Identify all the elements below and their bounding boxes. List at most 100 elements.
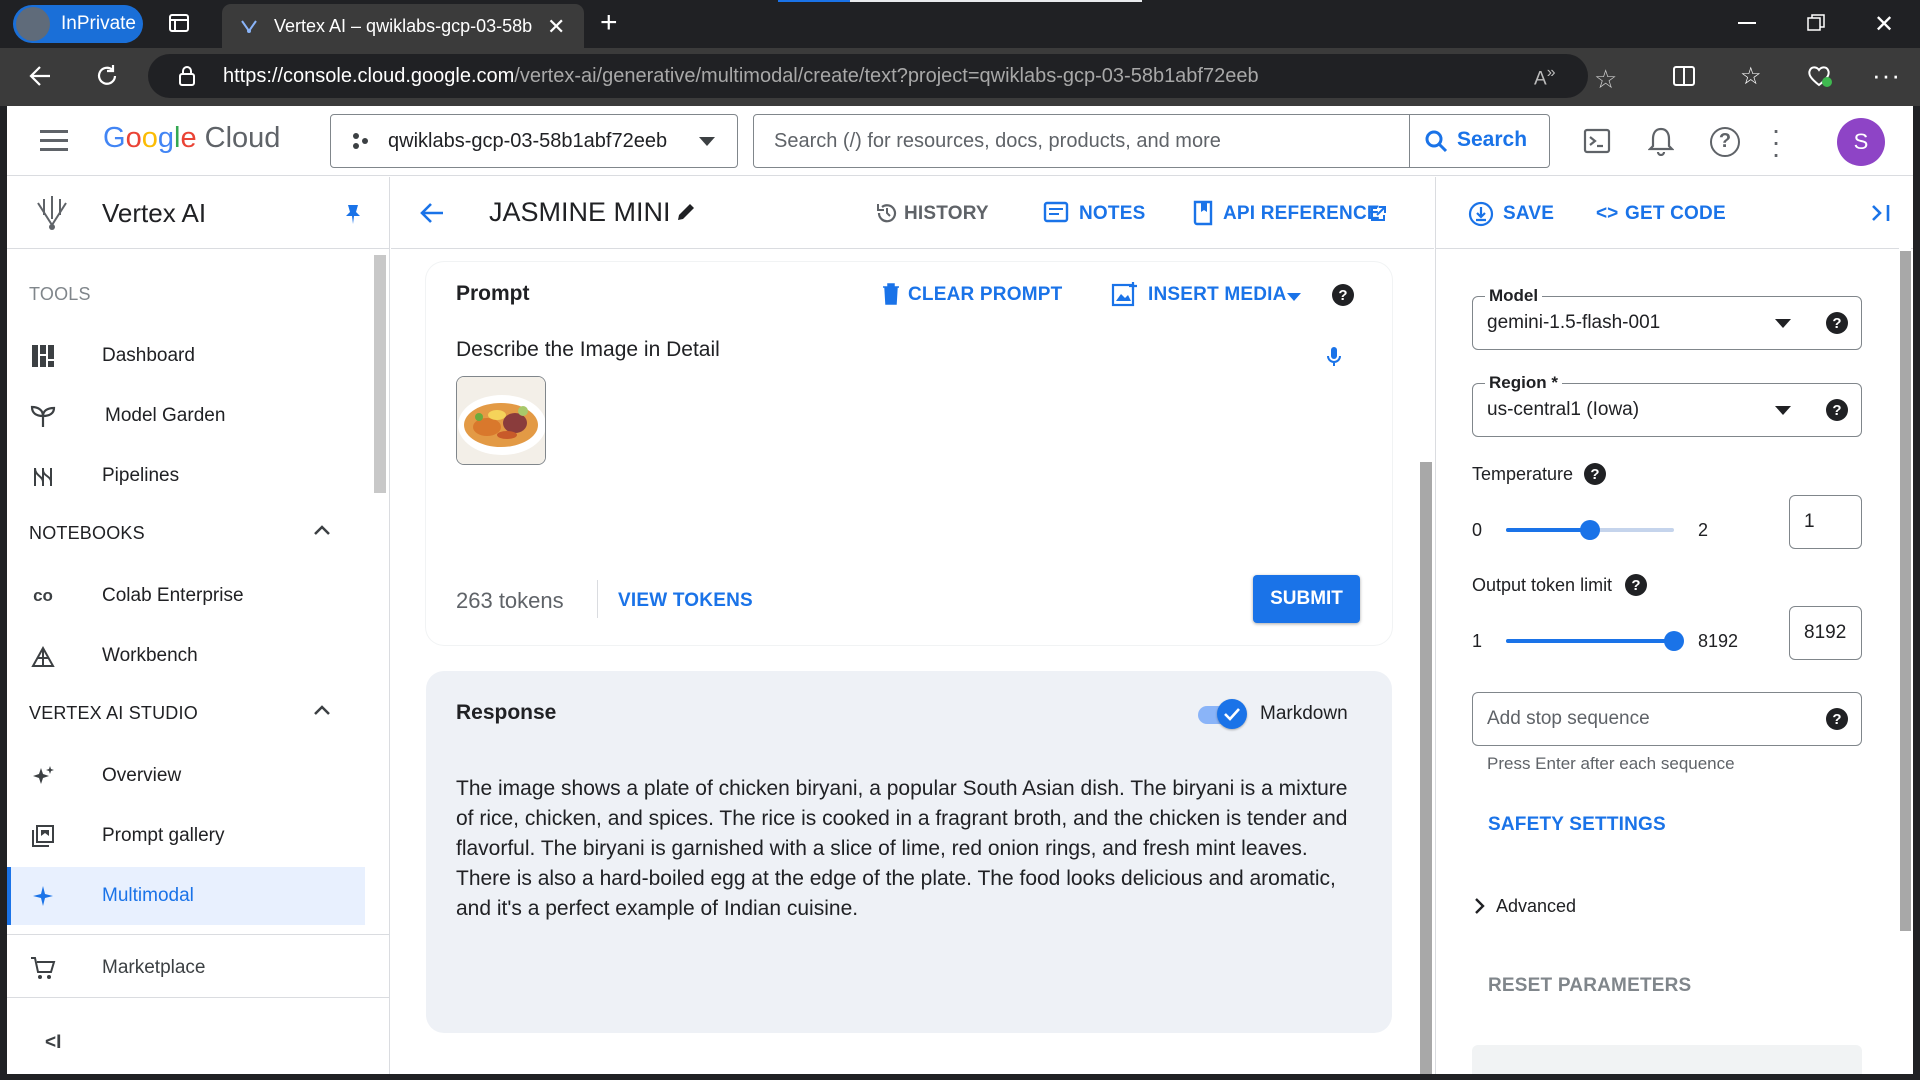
help-icon[interactable]: ? xyxy=(1332,284,1354,306)
model-label: Model xyxy=(1485,286,1543,306)
notifications-bell-icon[interactable] xyxy=(1648,126,1674,156)
browser-essentials-icon[interactable] xyxy=(1806,64,1832,88)
notes-icon xyxy=(1043,201,1069,225)
split-screen-icon[interactable] xyxy=(1672,64,1696,88)
gallery-icon xyxy=(29,822,57,850)
chevron-up-icon[interactable] xyxy=(313,703,331,717)
sidebar-scrollbar[interactable] xyxy=(374,255,386,493)
sidebar-item-label: Overview xyxy=(102,765,182,786)
history-button[interactable]: HISTORY xyxy=(904,203,989,225)
cloud-shell-icon[interactable] xyxy=(1583,127,1611,155)
collapse-sidebar-icon[interactable]: <I xyxy=(45,1032,61,1054)
clear-prompt-button[interactable]: CLEAR PROMPT xyxy=(908,284,1062,306)
back-icon[interactable] xyxy=(28,63,54,89)
prompt-title: Prompt xyxy=(456,282,530,305)
search-box[interactable]: Search (/) for resources, docs, products… xyxy=(753,114,1550,168)
sidebar-item-multimodal[interactable]: Multimodal xyxy=(7,867,365,925)
favorite-star-icon[interactable]: ☆ xyxy=(1594,64,1617,95)
region-select[interactable]: Region * us-central1 (Iowa) ? xyxy=(1472,373,1862,437)
new-tab-icon[interactable]: + xyxy=(600,8,618,38)
response-text: The image shows a plate of chicken birya… xyxy=(456,777,1348,920)
cart-icon xyxy=(29,954,57,982)
chevron-up-icon[interactable] xyxy=(313,523,331,537)
output-token-input[interactable]: 8192 xyxy=(1789,606,1862,660)
main-scrollbar[interactable] xyxy=(1420,462,1432,1074)
attached-image-thumbnail[interactable] xyxy=(456,376,546,465)
refresh-icon[interactable] xyxy=(94,63,120,89)
favorites-icon[interactable]: ☆ xyxy=(1740,62,1762,91)
back-arrow-icon[interactable] xyxy=(419,201,445,225)
project-icon xyxy=(351,131,371,151)
model-select[interactable]: Model gemini-1.5-flash-001 ? xyxy=(1472,286,1862,350)
close-window-icon[interactable]: ✕ xyxy=(1874,10,1894,39)
chevron-right-icon[interactable] xyxy=(1472,897,1486,915)
help-icon[interactable]: ? xyxy=(1826,399,1848,421)
insert-media-button[interactable]: INSERT MEDIA xyxy=(1148,284,1287,306)
sidebar-item-colab-enterprise[interactable]: co Colab Enterprise xyxy=(7,567,365,625)
collapse-panel-icon[interactable] xyxy=(1869,203,1893,223)
temperature-slider[interactable] xyxy=(1506,520,1674,540)
browser-tab-active[interactable]: Vertex AI – qwiklabs-gcp-03-58b ✕ xyxy=(222,4,584,48)
api-reference-link[interactable]: API REFERENCE xyxy=(1223,203,1380,225)
search-button[interactable]: Search xyxy=(1457,128,1527,152)
inprivate-badge[interactable]: InPrivate xyxy=(13,5,143,43)
url-field[interactable]: https://console.cloud.google.com/vertex-… xyxy=(148,54,1588,98)
save-button[interactable]: SAVE xyxy=(1503,203,1554,225)
multimodal-icon xyxy=(29,882,57,910)
reset-parameters-button[interactable]: RESET PARAMETERS xyxy=(1488,975,1691,997)
help-icon[interactable]: ? xyxy=(1584,463,1606,485)
safety-settings-button[interactable]: SAFETY SETTINGS xyxy=(1488,814,1666,836)
inprivate-label: InPrivate xyxy=(61,13,136,34)
read-aloud-icon[interactable]: A» xyxy=(1534,64,1556,90)
insert-media-dropdown-icon[interactable] xyxy=(1287,293,1301,301)
vertex-favicon-icon xyxy=(240,17,258,35)
prompt-text[interactable]: Describe the Image in Detail xyxy=(456,338,720,362)
help-icon[interactable]: ? xyxy=(1826,708,1848,730)
sidebar-item-model-garden[interactable]: Model Garden xyxy=(7,387,365,445)
output-token-slider-thumb[interactable] xyxy=(1664,631,1684,651)
sidebar-item-label: Workbench xyxy=(102,645,198,666)
advanced-section[interactable]: Advanced xyxy=(1496,896,1576,917)
tab-title: Vertex AI – qwiklabs-gcp-03-58b xyxy=(274,16,533,36)
workbench-icon xyxy=(29,642,57,670)
more-vert-icon[interactable]: · · · xyxy=(1771,116,1781,168)
submit-button[interactable]: SUBMIT xyxy=(1253,575,1360,623)
search-input[interactable]: Search (/) for resources, docs, products… xyxy=(774,130,1221,153)
main-menu-icon[interactable] xyxy=(40,130,68,152)
browser-menu-icon[interactable]: ··· xyxy=(1872,60,1901,91)
stop-sequence-input[interactable]: Add stop sequence xyxy=(1487,708,1650,730)
restore-icon[interactable] xyxy=(1807,14,1825,32)
sidebar-item-prompt-gallery[interactable]: Prompt gallery xyxy=(7,807,365,865)
notes-button[interactable]: NOTES xyxy=(1079,203,1145,225)
edit-pencil-icon[interactable] xyxy=(675,201,697,223)
sidebar-item-marketplace[interactable]: Marketplace xyxy=(7,939,365,997)
sidebar-item-overview[interactable]: Overview xyxy=(7,747,365,805)
view-tokens-button[interactable]: VIEW TOKENS xyxy=(618,590,753,612)
sidebar-item-pipelines[interactable]: Pipelines xyxy=(7,447,365,505)
google-cloud-logo[interactable]: Google Cloud xyxy=(103,122,280,155)
get-code-button[interactable]: GET CODE xyxy=(1625,203,1726,225)
markdown-toggle[interactable] xyxy=(1194,699,1250,729)
account-avatar[interactable]: S xyxy=(1837,118,1885,166)
minimize-icon[interactable] xyxy=(1738,22,1756,24)
help-icon[interactable]: ? xyxy=(1710,127,1740,157)
pin-icon[interactable] xyxy=(344,203,362,225)
help-icon[interactable]: ? xyxy=(1625,574,1647,596)
stop-sequence-field[interactable]: Add stop sequence ? xyxy=(1472,692,1862,746)
temperature-input[interactable]: 1 xyxy=(1789,495,1862,549)
sidebar-item-workbench[interactable]: Workbench xyxy=(7,627,365,685)
sidebar-item-label: Marketplace xyxy=(102,957,206,978)
insert-media-icon xyxy=(1111,281,1139,307)
microphone-icon[interactable] xyxy=(1326,345,1342,369)
help-icon[interactable]: ? xyxy=(1826,312,1848,334)
temperature-slider-thumb[interactable] xyxy=(1580,520,1600,540)
colab-icon: co xyxy=(33,586,53,605)
close-tab-icon[interactable]: ✕ xyxy=(547,14,565,40)
output-token-slider[interactable] xyxy=(1506,631,1684,651)
panel-scrollbar[interactable] xyxy=(1900,251,1911,931)
prompt-name: JASMINE MINI xyxy=(489,197,671,227)
notebooks-heading: NOTEBOOKS xyxy=(29,523,145,543)
sidebar-item-dashboard[interactable]: Dashboard xyxy=(7,327,365,385)
project-picker[interactable]: qwiklabs-gcp-03-58b1abf72eeb xyxy=(330,114,738,168)
tab-actions-icon[interactable] xyxy=(168,12,190,34)
